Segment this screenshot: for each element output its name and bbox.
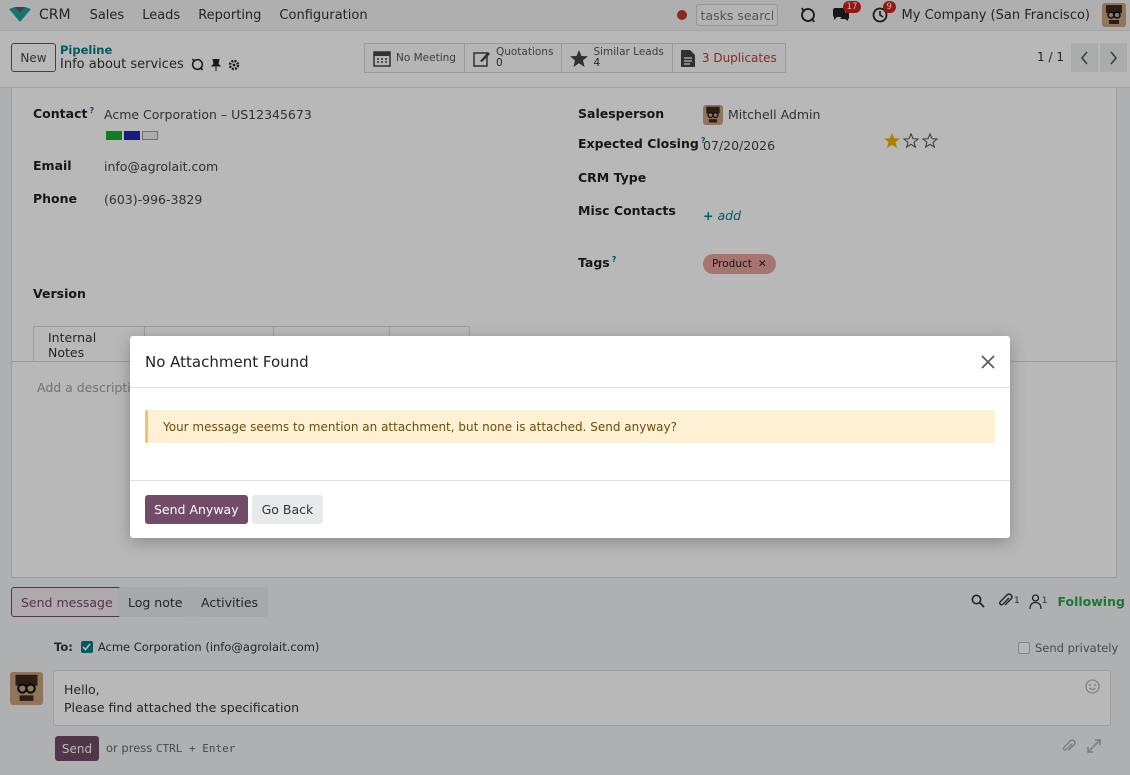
no-attachment-dialog: No Attachment Found Your message seems t… xyxy=(130,336,1010,538)
dialog-header: No Attachment Found xyxy=(130,336,1010,388)
dialog-footer: Send Anyway Go Back xyxy=(130,480,1010,538)
send-anyway-button[interactable]: Send Anyway xyxy=(145,495,248,524)
dialog-title: No Attachment Found xyxy=(145,352,309,371)
dialog-close-button[interactable] xyxy=(981,354,995,369)
warning-alert: Your message seems to mention an attachm… xyxy=(145,410,995,443)
dialog-body: Your message seems to mention an attachm… xyxy=(130,388,1010,480)
go-back-button[interactable]: Go Back xyxy=(251,495,324,524)
close-icon xyxy=(981,354,995,369)
